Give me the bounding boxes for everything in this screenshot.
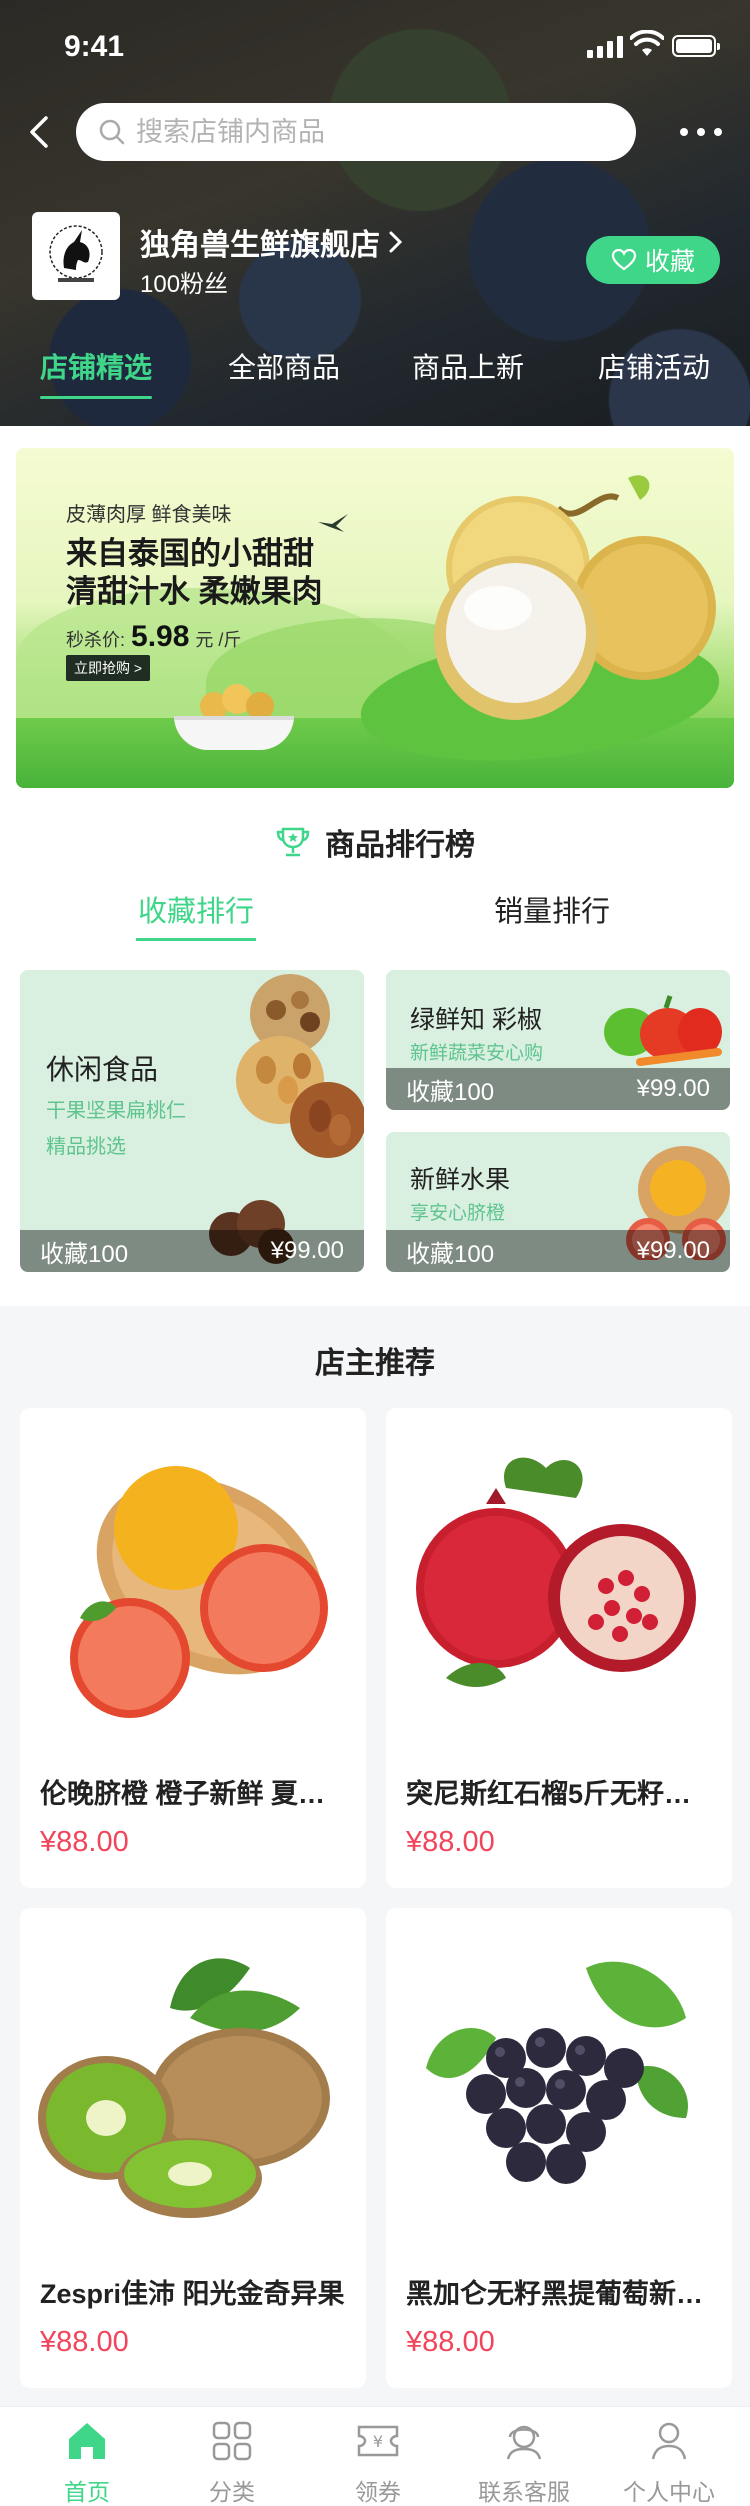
home-icon bbox=[69, 2423, 105, 2459]
more-icon[interactable] bbox=[676, 118, 726, 146]
product-price: ¥88.00 bbox=[40, 2326, 129, 2358]
category-card-snacks[interactable]: 休闲食品 干果坚果扁桃仁 精品挑选 收藏100 ¥99.00 bbox=[20, 970, 364, 1272]
vegetables-image bbox=[604, 995, 722, 1066]
banner-buy-button[interactable]: 立即抢购 > bbox=[66, 655, 151, 681]
svg-text:¥: ¥ bbox=[373, 2432, 383, 2451]
bottom-tab-bar: 首页 分类 ¥ 领券 联系客服 个人中心 bbox=[0, 2406, 750, 2506]
signal-icon bbox=[587, 36, 623, 58]
product-card[interactable]: 伦晚脐橙 橙子新鲜 夏季当季水果 ¥88.00 bbox=[20, 1408, 366, 1888]
ranking-tabs: 收藏排行 销量排行 bbox=[0, 888, 750, 948]
trophy-icon bbox=[276, 827, 310, 857]
product-name: 伦晚脐橙 橙子新鲜 夏季当季水果 bbox=[40, 1779, 350, 1809]
shop-fans: 100粉丝 bbox=[140, 271, 229, 298]
user-icon bbox=[651, 2422, 687, 2460]
product-name: Zespri佳沛 阳光金奇异果 bbox=[40, 2279, 345, 2309]
back-icon[interactable] bbox=[24, 112, 54, 152]
tab-label: 领券 bbox=[355, 2479, 401, 2505]
tab-category[interactable]: 分类 bbox=[177, 2419, 287, 2506]
search-icon bbox=[99, 119, 125, 145]
shop-name-text: 独角兽生鲜旗舰店 bbox=[140, 229, 380, 262]
heart-icon bbox=[611, 248, 637, 271]
unicorn-logo-icon bbox=[49, 225, 103, 282]
product-price: ¥88.00 bbox=[406, 1826, 495, 1858]
service-icon bbox=[506, 2425, 542, 2460]
swallow-icon bbox=[318, 514, 348, 532]
shop-name[interactable]: 独角兽生鲜旗舰店 bbox=[140, 220, 404, 264]
tab-sales-ranking[interactable]: 销量排行 bbox=[494, 888, 610, 930]
grapes-product-image bbox=[386, 1908, 732, 2248]
product-card[interactable]: 黑加仑无籽黑提葡萄新鲜水果 ¥88.00 bbox=[386, 1908, 732, 2388]
tab-home[interactable]: 首页 bbox=[32, 2419, 142, 2506]
category-subtitle: 享安心脐橙 bbox=[410, 1203, 506, 1224]
kiwi-product-image bbox=[20, 1908, 366, 2248]
product-price: ¥88.00 bbox=[406, 2326, 495, 2358]
category-subtitle: 干果坚果扁桃仁 bbox=[46, 1100, 186, 1122]
category-price: ¥99.00 bbox=[636, 1237, 710, 1264]
chevron-right-icon bbox=[389, 231, 403, 253]
section-divider bbox=[0, 1306, 750, 1326]
category-title: 绿鲜知 彩椒 bbox=[410, 1006, 542, 1034]
category-collect-count: 收藏100 bbox=[406, 1240, 495, 1268]
category-title: 新鲜水果 bbox=[410, 1166, 511, 1194]
product-price: ¥88.00 bbox=[40, 1826, 129, 1858]
product-name: 突尼斯红石榴5斤无籽软籽石榴 bbox=[406, 1779, 716, 1809]
tab-shop-events[interactable]: 店铺活动 bbox=[598, 346, 710, 386]
product-card[interactable]: Zespri佳沛 阳光金奇异果 ¥88.00 bbox=[20, 1908, 366, 2388]
tab-all-products[interactable]: 全部商品 bbox=[228, 346, 340, 386]
category-collect-count: 收藏100 bbox=[406, 1078, 495, 1106]
category-card-fruit[interactable]: 新鲜水果 享安心脐橙 收藏100 ¥99.00 bbox=[386, 1132, 730, 1272]
category-stats-bar: 收藏100 ¥99.00 bbox=[20, 1230, 364, 1272]
shop-logo[interactable] bbox=[32, 212, 120, 300]
category-stats-bar: 收藏100 ¥99.00 bbox=[386, 1068, 730, 1110]
grid-icon bbox=[212, 2421, 252, 2461]
wifi-icon bbox=[630, 30, 664, 56]
tab-new-arrivals[interactable]: 商品上新 bbox=[412, 346, 524, 386]
coupon-icon: ¥ bbox=[357, 2425, 399, 2457]
tab-coupon[interactable]: ¥ 领券 bbox=[323, 2419, 433, 2506]
status-bar: 9:41 bbox=[0, 0, 750, 96]
tab-featured[interactable]: 店铺精选 bbox=[40, 346, 153, 399]
category-card-peppers[interactable]: 绿鲜知 彩椒 新鲜蔬菜安心购 收藏100 ¥99.00 bbox=[386, 970, 730, 1110]
status-time: 9:41 bbox=[64, 30, 125, 63]
banner-price-label: 秒杀价: bbox=[66, 630, 126, 650]
category-title: 休闲食品 bbox=[46, 1054, 159, 1085]
product-card[interactable]: 突尼斯红石榴5斤无籽软籽石榴 ¥88.00 bbox=[386, 1408, 732, 1888]
banner-price: 秒杀价: 5.98 元 /斤 bbox=[66, 620, 241, 654]
tab-label: 首页 bbox=[64, 2479, 110, 2505]
category-collect-count: 收藏100 bbox=[40, 1240, 129, 1268]
banner-subtitle: 皮薄肉厚 鲜食美味 bbox=[66, 504, 232, 526]
collect-shop-button[interactable]: 收藏 bbox=[586, 236, 720, 284]
pomegranate-product-image bbox=[386, 1408, 732, 1748]
search-input[interactable] bbox=[136, 103, 616, 161]
category-price: ¥99.00 bbox=[636, 1075, 710, 1102]
tab-label: 个人中心 bbox=[623, 2479, 715, 2505]
ranking-title: 商品排行榜 bbox=[325, 829, 475, 862]
promo-banner[interactable]: 皮薄肉厚 鲜食美味 来自泰国的小甜甜 清甜汁水 柔嫩果肉 秒杀价: 5.98 元… bbox=[16, 448, 734, 788]
longan-fruit-illustration bbox=[434, 475, 716, 720]
recommend-title: 店主推荐 bbox=[315, 1347, 435, 1380]
tab-profile[interactable]: 个人中心 bbox=[614, 2419, 724, 2506]
orange-product-image bbox=[20, 1408, 366, 1748]
ranking-header: 商品排行榜 bbox=[0, 820, 750, 864]
nuts-image bbox=[236, 974, 364, 1158]
banner-price-unit: 元 /斤 bbox=[195, 630, 242, 650]
tab-label: 分类 bbox=[209, 2479, 255, 2505]
product-name: 黑加仑无籽黑提葡萄新鲜水果 bbox=[406, 2279, 716, 2309]
category-subtitle: 精品挑选 bbox=[46, 1136, 126, 1158]
battery-icon bbox=[672, 35, 720, 57]
tab-collect-ranking[interactable]: 收藏排行 bbox=[135, 888, 257, 941]
banner-title-line2: 清甜汁水 柔嫩果肉 bbox=[66, 574, 323, 609]
banner-price-value: 5.98 bbox=[131, 620, 190, 653]
category-stats-bar: 收藏100 ¥99.00 bbox=[386, 1230, 730, 1272]
search-bar[interactable] bbox=[76, 103, 636, 161]
category-subtitle: 新鲜蔬菜安心购 bbox=[410, 1043, 544, 1064]
shop-tabs: 店铺精选 全部商品 商品上新 店铺活动 bbox=[0, 346, 750, 406]
collect-shop-label: 收藏 bbox=[644, 248, 695, 276]
shop-header: 9:41 搜索店铺内商品 独角兽生鲜旗舰店 100粉丝 收藏 店铺精选 全部商品… bbox=[0, 0, 750, 426]
boat-decoration bbox=[174, 716, 294, 750]
category-price: ¥99.00 bbox=[270, 1237, 344, 1264]
tab-customer-service[interactable]: 联系客服 bbox=[469, 2419, 579, 2506]
tab-label: 联系客服 bbox=[478, 2479, 570, 2505]
